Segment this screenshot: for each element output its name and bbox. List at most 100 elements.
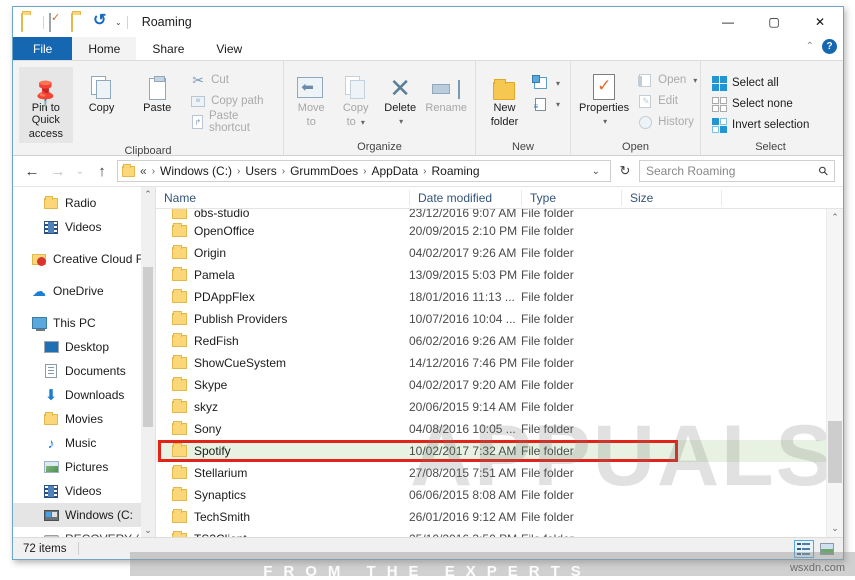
table-row-spotify[interactable]: Spotify 10/02/2017 7:32 AM File folder (156, 440, 826, 462)
column-header-name[interactable]: Name ⌃ (156, 190, 409, 206)
copy-to-chevron-down-icon[interactable]: ▾ (361, 118, 365, 127)
open-chevron-down-icon[interactable]: ▾ (693, 76, 697, 85)
refresh-button[interactable]: ↻ (615, 163, 635, 179)
collapse-ribbon-chevron-up-icon[interactable]: ⌃ (806, 41, 814, 52)
file-date: 23/12/2016 9:07 AM (409, 209, 521, 220)
sidebar-item-desktop[interactable]: Desktop (13, 335, 155, 359)
easy-access-chevron-down-icon[interactable]: ▾ (556, 100, 560, 109)
table-row[interactable]: Pamela 13/09/2015 5:03 PM File folder (156, 264, 826, 286)
sidebar-item-videos[interactable]: Videos (13, 479, 155, 503)
new-item-button[interactable]: ▾ (529, 73, 564, 93)
file-list-scrollbar[interactable]: ⌃ ⌄ (826, 209, 843, 537)
history-button[interactable]: History (633, 112, 701, 132)
list-scroll-down-icon[interactable]: ⌄ (827, 520, 843, 537)
breadcrumb-overflow[interactable]: « (140, 164, 147, 178)
breadcrumb-item-users[interactable]: Users (245, 164, 276, 178)
table-row[interactable]: OpenOffice 20/09/2015 2:10 PM File folde… (156, 220, 826, 242)
sidebar-item-videos-quick[interactable]: Videos (13, 215, 155, 239)
table-row[interactable]: ShowCueSystem 14/12/2016 7:46 PM File fo… (156, 352, 826, 374)
search-icon[interactable]: ⚲ (816, 163, 832, 179)
properties-button[interactable]: Properties ▾ (577, 67, 631, 131)
qat-folder-icon[interactable] (21, 14, 38, 30)
sidebar-item-movies[interactable]: Movies (13, 407, 155, 431)
paste-button[interactable]: Paste (130, 67, 184, 117)
sidebar-item-radio[interactable]: Radio (13, 191, 155, 215)
breadcrumb-item-grummdoes[interactable]: GrummDoes (290, 164, 358, 178)
sidebar-item-this-pc[interactable]: This PC (13, 311, 155, 335)
pin-to-quick-access-button[interactable]: 📌 Pin to Quick access (19, 67, 73, 143)
table-row[interactable]: skyz 20/06/2015 9:14 AM File folder (156, 396, 826, 418)
breadcrumb-item-windows-c[interactable]: Windows (C:) (160, 164, 232, 178)
forward-button[interactable]: → (47, 160, 69, 182)
column-header-date-modified[interactable]: Date modified (409, 190, 521, 206)
breadcrumb-item-appdata[interactable]: AppData (371, 164, 418, 178)
up-button[interactable]: ↑ (91, 160, 113, 182)
table-row[interactable]: Synaptics 06/06/2015 8:08 AM File folder (156, 484, 826, 506)
table-row[interactable]: RedFish 06/02/2016 9:26 AM File folder (156, 330, 826, 352)
column-header-size[interactable]: Size (621, 190, 721, 206)
copy-button[interactable]: Copy (75, 67, 129, 117)
column-header-type[interactable]: Type (521, 190, 621, 206)
details-view-button[interactable] (794, 540, 814, 558)
navpane-scroll-down-icon[interactable]: ⌄ (144, 523, 152, 537)
rename-button[interactable]: Rename (423, 67, 469, 117)
tab-view[interactable]: View (200, 37, 258, 60)
copy-path-button[interactable]: w Copy path (186, 91, 277, 111)
table-row[interactable]: Sony 04/08/2016 10:05 ... File folder (156, 418, 826, 440)
select-none-button[interactable]: Select none (707, 94, 813, 114)
table-row[interactable]: Skype 04/02/2017 9:20 AM File folder (156, 374, 826, 396)
sidebar-item-onedrive[interactable]: ☁ OneDrive (13, 279, 155, 303)
navpane-scroll-up-icon[interactable]: ⌃ (144, 187, 152, 201)
breadcrumb[interactable]: « › Windows (C:) › Users › GrummDoes › A… (117, 160, 611, 182)
sidebar-item-music[interactable]: ♪ Music (13, 431, 155, 455)
edit-button[interactable]: ✎ Edit (633, 91, 701, 111)
invert-selection-button[interactable]: Invert selection (707, 115, 813, 135)
paste-shortcut-button[interactable]: ↱ Paste shortcut (186, 112, 277, 132)
table-row[interactable]: TS3Client 25/10/2016 3:50 PM File folder (156, 528, 826, 537)
delete-chevron-down-icon[interactable]: ▾ (399, 116, 403, 128)
sidebar-item-downloads[interactable]: ⬇ Downloads (13, 383, 155, 407)
help-icon[interactable]: ? (822, 39, 837, 54)
sidebar-item-pictures[interactable]: Pictures (13, 455, 155, 479)
breadcrumb-item-roaming[interactable]: Roaming (431, 164, 479, 178)
new-item-chevron-down-icon[interactable]: ▾ (556, 79, 560, 88)
thumbnails-view-button[interactable] (817, 540, 837, 558)
maximize-button[interactable]: ▢ (751, 7, 797, 37)
copy-to-button[interactable]: Copy to ▾ (334, 67, 376, 132)
tab-file[interactable]: File (13, 37, 72, 60)
qat-new-folder-icon[interactable] (71, 14, 88, 30)
list-scroll-thumb[interactable] (828, 421, 842, 483)
qat-undo-icon[interactable]: ↺ (93, 14, 110, 30)
close-button[interactable]: ✕ (797, 7, 843, 37)
delete-button[interactable]: ✕ Delete ▾ (379, 67, 421, 131)
breadcrumb-chevron-down-icon[interactable]: ⌄ (586, 166, 606, 177)
table-row[interactable]: TechSmith 26/01/2016 9:12 AM File folder (156, 506, 826, 528)
select-all-button[interactable]: Select all (707, 73, 813, 93)
qat-customize-chevron-down-icon[interactable]: ⌄ (115, 18, 122, 27)
easy-access-button[interactable]: ≡ ▾ (529, 94, 564, 114)
table-row[interactable]: PDAppFlex 18/01/2016 11:13 ... File fold… (156, 286, 826, 308)
sidebar-item-windows-c[interactable]: Windows (C: (13, 503, 155, 527)
move-to-button[interactable]: ⬅ Move to (290, 67, 332, 131)
properties-chevron-down-icon[interactable]: ▾ (603, 116, 607, 128)
table-row[interactable]: obs-studio 23/12/2016 9:07 AM File folde… (156, 209, 826, 220)
recent-locations-chevron-down-icon[interactable]: ⌄ (73, 160, 87, 182)
back-button[interactable]: ← (21, 160, 43, 182)
sidebar-item-documents[interactable]: Documents (13, 359, 155, 383)
table-row[interactable]: Stellarium 27/08/2015 7:51 AM File folde… (156, 462, 826, 484)
list-scroll-up-icon[interactable]: ⌃ (827, 209, 843, 226)
sidebar-item-recovery[interactable]: RECOVERY ( (13, 527, 155, 537)
table-row[interactable]: Publish Providers 10/07/2016 10:04 ... F… (156, 308, 826, 330)
qat-properties-icon[interactable] (49, 14, 66, 30)
search-input[interactable]: Search Roaming ⚲ (639, 160, 835, 182)
tab-share[interactable]: Share (136, 37, 200, 60)
table-row[interactable]: Origin 04/02/2017 9:26 AM File folder (156, 242, 826, 264)
cut-button[interactable]: ✂ Cut (186, 70, 277, 90)
navpane-scroll-thumb[interactable] (143, 267, 153, 427)
sidebar-item-creative-cloud[interactable]: Creative Cloud Fil (13, 247, 155, 271)
minimize-button[interactable]: — (705, 7, 751, 37)
navpane-scrollbar[interactable]: ⌃ ⌄ (141, 187, 155, 537)
new-folder-button[interactable]: New folder (482, 67, 527, 131)
open-button[interactable]: Open ▾ (633, 70, 701, 90)
tab-home[interactable]: Home (72, 37, 136, 60)
